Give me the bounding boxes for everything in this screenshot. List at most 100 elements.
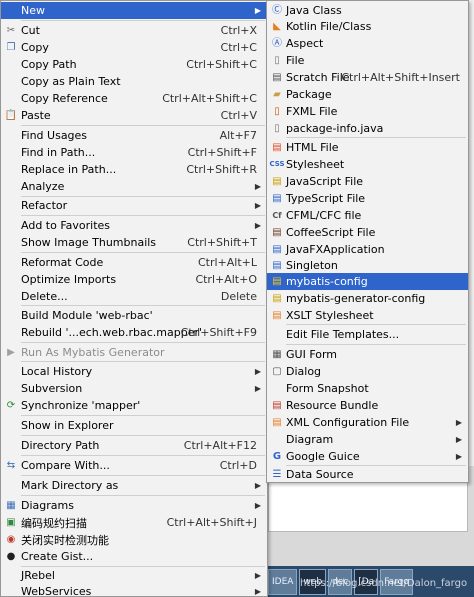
menu-item-paste[interactable]: 📋 Paste Ctrl+V [1,107,267,124]
menu-item-label: Kotlin File/Class [286,20,372,33]
menu-item-show-in-explorer[interactable]: Show in Explorer [1,417,267,434]
submenu-item-file[interactable]: ▯ File [267,52,468,69]
menu-item-new[interactable]: New ▶ [1,2,267,19]
menu-item-label: Copy Path [21,58,77,71]
menu-item-add-favorites[interactable]: Add to Favorites ▶ [1,217,267,234]
menu-item-label: Resource Bundle [286,399,379,412]
submenu-item-javascript[interactable]: ▤ JavaScript File [267,173,468,190]
paste-icon: 📋 [4,109,18,121]
menu-item-label: JRebel [21,569,55,582]
menu-separator [21,125,265,126]
submenu-item-mybatis-generator[interactable]: ▤ mybatis-generator-config [267,290,468,307]
submenu-item-gui-form[interactable]: ▦ GUI Form [267,346,468,363]
menu-item-shortcut: Delete [220,290,257,303]
submenu-item-package-info[interactable]: ▯ package-info.java [267,120,468,137]
sync-icon: ⟳ [6,399,16,411]
menu-item-local-history[interactable]: Local History ▶ [1,363,267,380]
menu-item-create-gist[interactable]: ● Create Gist... [1,548,267,565]
menu-item-label: HTML File [286,141,339,154]
menu-item-compare-with[interactable]: ⇆ Compare With... Ctrl+D [1,457,267,474]
menu-item-label: New [21,4,45,17]
xslt-icon: ▤ [272,309,282,321]
menu-item-show-thumbnails[interactable]: Show Image Thumbnails Ctrl+Shift+T [1,234,267,251]
submenu-item-scratch-file[interactable]: ▤ Scratch File Ctrl+Alt+Shift+Insert [267,69,468,86]
submenu-arrow-icon: ▶ [254,501,261,510]
menu-item-directory-path[interactable]: Directory Path Ctrl+Alt+F12 [1,437,267,454]
submenu-item-diagram[interactable]: Diagram ▶ [267,431,468,448]
singleton-icon: ▤ [272,259,282,271]
submenu-item-package[interactable]: ▰ Package [267,86,468,103]
menu-item-optimize-imports[interactable]: Optimize Imports Ctrl+Alt+O [1,271,267,288]
menu-item-label: package-info.java [286,122,384,135]
menu-separator [21,435,265,436]
menu-item-jrebel[interactable]: JRebel ▶ [1,567,267,584]
menu-item-copy-reference[interactable]: Copy Reference Ctrl+Alt+Shift+C [1,90,267,107]
watermark: https://blog.csdn.net/Dalon_fargo [300,578,468,589]
submenu-item-typescript[interactable]: ▤ TypeScript File [267,190,468,207]
menu-item-find-in-path[interactable]: Find in Path... Ctrl+Shift+F [1,144,267,161]
taskbar-item[interactable]: IDEA [268,568,298,595]
menu-item-label: Form Snapshot [286,382,369,395]
submenu-item-dialog[interactable]: ▢ Dialog [267,363,468,380]
menu-item-diagrams[interactable]: ▦ Diagrams ▶ [1,497,267,514]
menu-item-copy-plain[interactable]: Copy as Plain Text [1,73,267,90]
menu-item-code-scan[interactable]: ▣ 编码规约扫描 Ctrl+Alt+Shift+J [1,514,267,531]
menu-item-find-usages[interactable]: Find Usages Alt+F7 [1,127,267,144]
menu-item-label: Optimize Imports [21,273,117,286]
submenu-item-xslt[interactable]: ▤ XSLT Stylesheet [267,307,468,324]
menu-item-build-module[interactable]: Build Module 'web-rbac' [1,307,267,324]
submenu-item-cfml[interactable]: Cf CFML/CFC file [267,207,468,224]
css-icon: CSS [269,160,285,168]
menu-item-copy[interactable]: ❐ Copy Ctrl+C [1,39,267,56]
menu-item-label: Local History [21,365,93,378]
mybatis-icon: ▶ [7,346,15,358]
menu-separator [21,495,265,496]
menu-item-label: Replace in Path... [21,163,117,176]
submenu-item-javafx[interactable]: ▤ JavaFXApplication [267,241,468,258]
submenu-item-resource-bundle[interactable]: ▤ Resource Bundle [267,397,468,414]
menu-item-label: Add to Favorites [21,219,111,232]
menu-item-label: Show in Explorer [21,419,114,432]
menu-item-replace-in-path[interactable]: Replace in Path... Ctrl+Shift+R [1,161,267,178]
coffee-icon: ▤ [272,226,282,238]
submenu-item-kotlin[interactable]: ◣ Kotlin File/Class [267,18,468,35]
submenu-item-coffeescript[interactable]: ▤ CoffeeScript File [267,224,468,241]
submenu-arrow-icon: ▶ [254,587,261,596]
menu-item-label: Synchronize 'mapper' [21,399,141,412]
menu-item-subversion[interactable]: Subversion ▶ [1,380,267,397]
submenu-item-java-class[interactable]: Ⓒ Java Class [267,2,468,19]
menu-item-synchronize[interactable]: ⟳ Synchronize 'mapper' [1,397,267,414]
menu-item-refactor[interactable]: Refactor ▶ [1,197,267,214]
submenu-item-form-snapshot[interactable]: Form Snapshot [267,380,468,397]
submenu-item-mybatis-config[interactable]: ▤ mybatis-config [267,273,468,290]
menu-item-cut[interactable]: ✂ Cut Ctrl+X [1,22,267,39]
menu-item-webservices[interactable]: WebServices ▶ [1,583,267,597]
menu-separator [21,305,265,306]
submenu-item-singleton[interactable]: ▤ Singleton [267,257,468,274]
data-source-icon: ☰ [272,468,282,480]
submenu-item-stylesheet[interactable]: CSS Stylesheet [267,156,468,173]
submenu-item-xml-config[interactable]: ▤ XML Configuration File ▶ [267,414,468,431]
submenu-item-fxml[interactable]: ▯ FXML File [267,103,468,120]
menu-separator [21,475,265,476]
menu-item-realtime-detect[interactable]: ◉ 关闭实时检测功能 [1,531,267,548]
menu-item-delete[interactable]: Delete... Delete [1,288,267,305]
menu-item-copy-path[interactable]: Copy Path Ctrl+Shift+C [1,56,267,73]
menu-item-mark-directory[interactable]: Mark Directory as ▶ [1,477,267,494]
menu-item-shortcut: Ctrl+D [219,459,257,472]
submenu-item-edit-templates[interactable]: Edit File Templates... [267,326,468,343]
menu-item-label: 编码规约扫描 [21,516,87,530]
submenu-item-html[interactable]: ▤ HTML File [267,139,468,156]
menu-separator [21,455,265,456]
menu-item-reformat[interactable]: Reformat Code Ctrl+Alt+L [1,254,267,271]
submenu-item-data-source[interactable]: ☰ Data Source [267,466,468,483]
menu-item-analyze[interactable]: Analyze ▶ [1,178,267,195]
menu-item-run-mybatis-generator[interactable]: ▶ Run As Mybatis Generator [1,344,267,361]
submenu-item-aspect[interactable]: Ⓐ Aspect [267,35,468,52]
js-icon: ▤ [272,175,282,187]
submenu-arrow-icon: ▶ [254,367,261,376]
cfml-icon: Cf [272,210,282,220]
menu-item-rebuild[interactable]: Rebuild '...ech.web.rbac.mapper' Ctrl+Shi… [1,324,267,341]
submenu-item-google-guice[interactable]: G Google Guice ▶ [267,448,468,465]
menu-item-label: Singleton [286,259,338,272]
